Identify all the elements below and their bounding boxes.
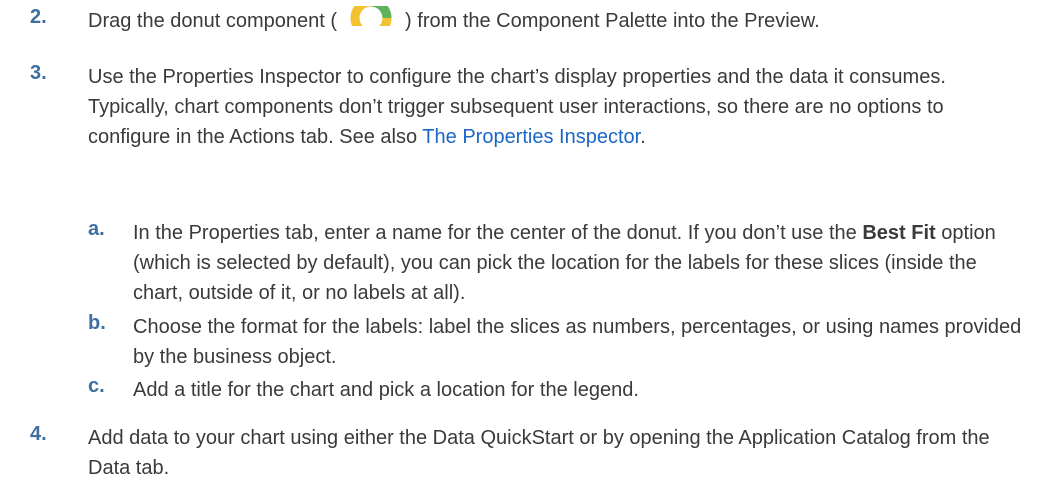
substep-letter: b.: [88, 312, 106, 334]
step-number: 3.: [30, 62, 47, 84]
substep-text: Add a title for the chart and pick a loc…: [133, 379, 639, 401]
step-text-before-icon: Drag the donut component (: [88, 10, 338, 32]
substep-text: Choose the format for the labels: label …: [133, 316, 1022, 368]
step-text-after-link: .: [640, 126, 646, 148]
donut-chart-icon: [337, 6, 405, 26]
step-number: 4.: [30, 423, 47, 445]
step-text: Drag the donut component ( ) from the Com…: [88, 6, 1028, 36]
step-text-after-icon: ) from the Component Palette into the Pr…: [405, 10, 820, 32]
substep-text-before-bold: In the Properties tab, enter a name for …: [133, 222, 863, 244]
substep-text: In the Properties tab, enter a name for …: [133, 218, 1028, 308]
step-number: 2.: [30, 6, 47, 28]
substep-letter: c.: [88, 375, 105, 397]
properties-inspector-link[interactable]: The Properties Inspector: [422, 126, 640, 148]
best-fit-option-name: Best Fit: [862, 222, 936, 244]
step-text: Use the Properties Inspector to configur…: [88, 62, 1028, 152]
substep-letter: a.: [88, 218, 105, 240]
step-text: Add data to your chart using either the …: [88, 427, 990, 479]
